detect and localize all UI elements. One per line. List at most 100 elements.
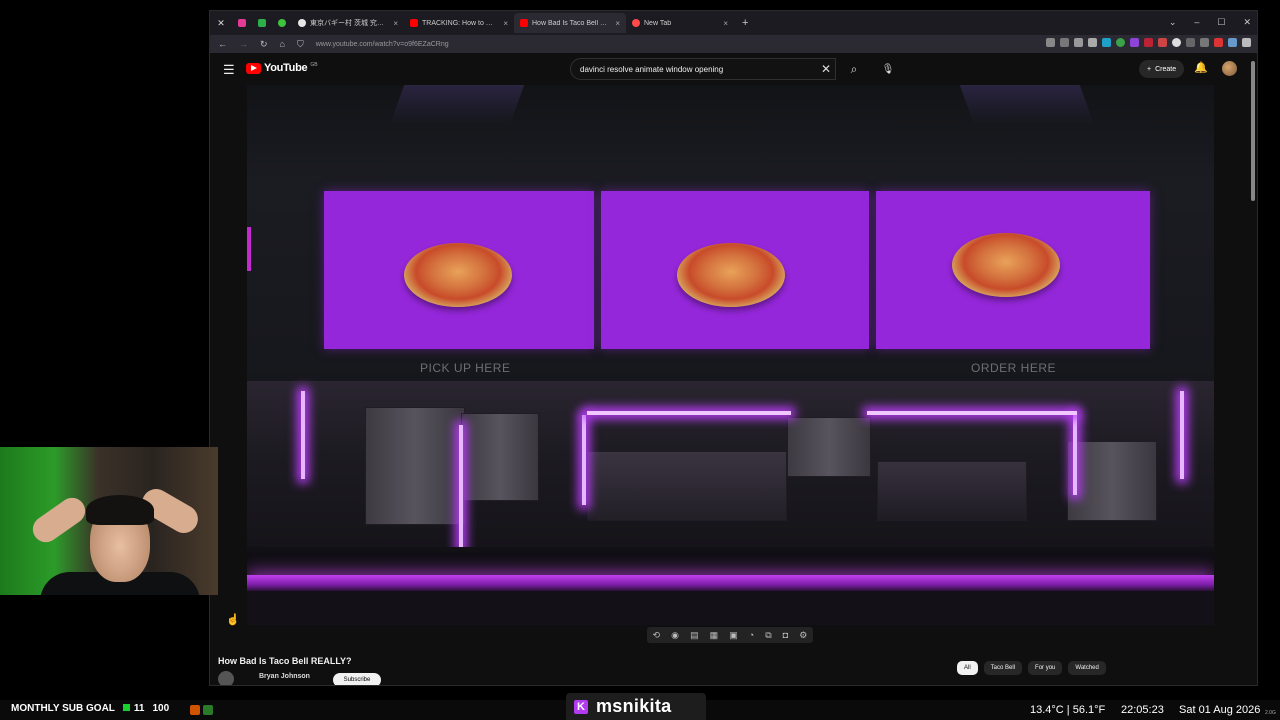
crop-icon[interactable]: ▣ xyxy=(729,630,738,641)
globe-icon xyxy=(298,19,306,27)
download-icon[interactable] xyxy=(1102,38,1111,47)
loop-icon[interactable]: ⟲ xyxy=(653,630,661,641)
minimize-icon[interactable]: – xyxy=(1194,17,1199,28)
pizza-image xyxy=(404,243,512,307)
streamer-name-badge: K msnikita xyxy=(566,693,706,720)
screenshot-icon[interactable]: ◘ xyxy=(783,630,788,640)
tab-bar: ✕ 東京バギー村 茨城 究極に… × TRACKING: How to Stick… xyxy=(210,11,1257,35)
tab-item[interactable]: 東京バギー村 茨城 究極に… × xyxy=(292,13,404,33)
back-icon[interactable]: ← xyxy=(218,39,227,49)
clip-icon[interactable]: ▦ xyxy=(710,630,719,641)
create-button[interactable]: + Create xyxy=(1139,60,1185,78)
avatar[interactable] xyxy=(1222,61,1237,76)
create-label: Create xyxy=(1155,65,1177,73)
mouse-cursor-icon: ☝ xyxy=(226,614,240,626)
menu-board-left xyxy=(324,191,594,349)
cabinet xyxy=(1067,441,1157,521)
chip-all[interactable]: All xyxy=(957,661,978,675)
instagram-icon xyxy=(238,19,246,27)
new-tab-button[interactable]: + xyxy=(742,17,748,29)
firefox-icon xyxy=(632,19,640,27)
subscribe-button[interactable]: Subscribe xyxy=(333,673,381,685)
window-controls: ⌄ – ☐ ✕ xyxy=(1169,17,1251,28)
url-field[interactable]: www.youtube.com/watch?v=o9f6EZaCRng xyxy=(316,41,449,48)
grill-station xyxy=(877,461,1027,521)
hamburger-menu-icon[interactable]: ☰ xyxy=(223,62,235,78)
maximize-icon[interactable]: ☐ xyxy=(1217,17,1225,28)
youtube-logo[interactable]: YouTube GB xyxy=(246,62,318,74)
close-icon[interactable]: ✕ xyxy=(210,18,232,29)
forward-icon[interactable]: → xyxy=(239,39,248,49)
app-icon[interactable] xyxy=(203,705,213,715)
extension-icon[interactable] xyxy=(1214,38,1223,47)
speed-icon[interactable]: ◔ xyxy=(749,630,754,640)
clear-search-icon[interactable]: ✕ xyxy=(821,62,831,76)
tab-item[interactable]: TRACKING: How to Stick an IMA… × xyxy=(404,13,514,33)
chip-for-you[interactable]: For you xyxy=(1028,661,1063,675)
chip-taco-bell[interactable]: Taco Bell xyxy=(983,661,1023,675)
sub-goal-target: 100 xyxy=(152,703,170,714)
playlist-icon[interactable]: ▤ xyxy=(690,630,699,641)
neon-light xyxy=(1180,391,1184,479)
tab-active[interactable]: How Bad Is Taco Bell REALL… × xyxy=(514,13,626,33)
ceiling-light xyxy=(389,85,525,125)
extension-icon[interactable] xyxy=(1172,38,1181,47)
extension-icon[interactable] xyxy=(1130,38,1139,47)
scrollbar-thumb[interactable] xyxy=(1251,61,1255,201)
star-icon[interactable] xyxy=(1088,38,1097,47)
search-input[interactable] xyxy=(580,64,810,74)
extension-icon[interactable] xyxy=(1046,38,1055,47)
tab-close-icon[interactable]: × xyxy=(615,19,620,28)
audio-icon[interactable]: ◉ xyxy=(671,630,679,641)
tab-close-icon[interactable]: × xyxy=(393,19,398,28)
kick-logo-icon: K xyxy=(574,699,588,714)
video-player[interactable]: PICK UP HERE ORDER HERE xyxy=(247,85,1214,625)
tab-pinned-1[interactable] xyxy=(232,13,252,33)
tab-item[interactable]: New Tab × xyxy=(626,13,734,33)
taskbar-apps xyxy=(190,705,213,715)
window-close-icon[interactable]: ✕ xyxy=(1243,17,1251,28)
tab-pinned-2[interactable] xyxy=(252,13,272,33)
clock-time: 22:05:23 xyxy=(1121,704,1164,716)
channel-name[interactable]: Bryan Johnson xyxy=(259,673,310,680)
channel-avatar[interactable] xyxy=(218,671,234,685)
extension-icon[interactable] xyxy=(1060,38,1069,47)
voice-search-button[interactable]: 🎙 xyxy=(878,59,898,79)
sub-goal-indicator xyxy=(122,704,130,711)
menu-edge xyxy=(247,227,251,271)
youtube-header: ☰ YouTube GB ✕ ⌕ 🎙 +Create 🔔 xyxy=(210,53,1257,85)
search-box: ✕ xyxy=(570,58,836,80)
list-tabs-icon[interactable]: ⌄ xyxy=(1169,17,1177,28)
pizza-image xyxy=(952,233,1060,297)
extension-icon[interactable] xyxy=(1074,38,1083,47)
logo-country: GB xyxy=(310,62,318,68)
webcam-overlay xyxy=(0,447,218,595)
app-icon[interactable] xyxy=(190,705,200,715)
arm xyxy=(27,492,91,548)
chip-watched[interactable]: Watched xyxy=(1068,661,1106,675)
hair xyxy=(86,495,154,525)
menu-icon[interactable] xyxy=(1242,38,1251,47)
search-button[interactable]: ⌕ xyxy=(842,58,866,80)
tab-pinned-3[interactable] xyxy=(272,13,292,33)
scrollbar[interactable] xyxy=(1250,56,1256,685)
youtube-icon xyxy=(520,19,528,27)
notifications-bell-icon[interactable]: 🔔 xyxy=(1194,61,1208,74)
pizza-image xyxy=(677,243,785,307)
extension-icon[interactable] xyxy=(1186,38,1195,47)
tab-close-icon[interactable]: × xyxy=(723,19,728,28)
puzzle-icon[interactable] xyxy=(1200,38,1209,47)
pip-icon[interactable]: ⧉ xyxy=(765,630,771,641)
home-icon[interactable]: ⌂ xyxy=(280,39,285,49)
extension-icon[interactable] xyxy=(1158,38,1167,47)
extension-icon[interactable] xyxy=(1144,38,1153,47)
tab-close-icon[interactable]: × xyxy=(503,19,508,28)
fridge xyxy=(365,407,465,525)
extension-icon[interactable] xyxy=(1228,38,1237,47)
reload-icon[interactable]: ↻ xyxy=(260,39,268,50)
screen: ✕ 東京バギー村 茨城 究極に… × TRACKING: How to Stick… xyxy=(0,0,1280,720)
neon-light xyxy=(1073,415,1077,495)
extension-icon[interactable] xyxy=(1116,38,1125,47)
shield-icon[interactable]: ⛉ xyxy=(297,39,304,50)
settings-gear-icon[interactable]: ⚙ xyxy=(799,630,807,641)
